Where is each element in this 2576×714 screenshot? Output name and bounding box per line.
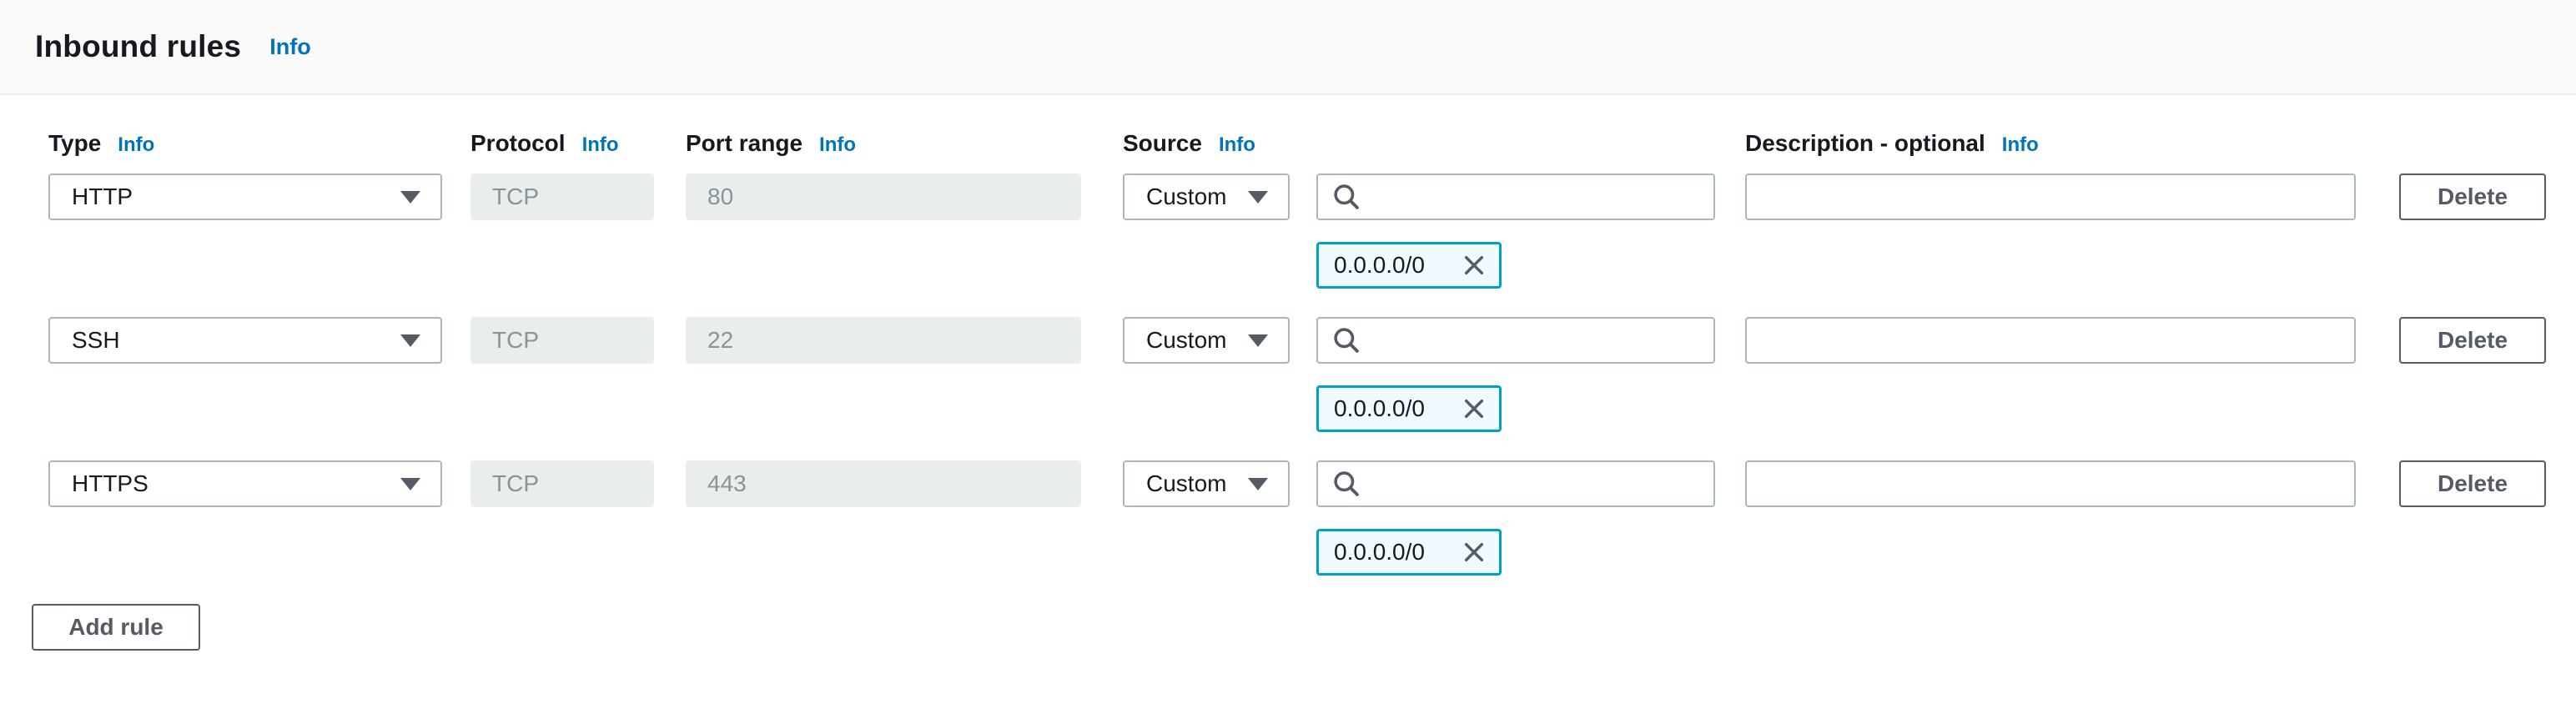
source-search-input[interactable] (1370, 462, 1713, 505)
cidr-token: 0.0.0.0/0 (1316, 385, 1502, 432)
panel-header: Inbound rules Info (0, 0, 2576, 95)
port-range-info-link[interactable]: Info (819, 133, 856, 157)
title-info-link[interactable]: Info (269, 34, 310, 60)
protocol-field: TCP (470, 460, 654, 507)
rule-row: HTTP TCP 80 Custom Delete (0, 173, 2576, 220)
type-select[interactable]: SSH (48, 317, 442, 364)
source-type-select[interactable]: Custom (1123, 173, 1290, 220)
inbound-rules-editor: Type Info Protocol Info Port range Info … (0, 95, 2576, 651)
type-select[interactable]: HTTP (48, 173, 442, 220)
search-icon (1331, 325, 1361, 355)
type-column-header: Type Info (48, 130, 154, 157)
delete-rule-button[interactable]: Delete (2399, 317, 2546, 364)
description-input[interactable] (1745, 173, 2356, 220)
port-range-field: 443 (686, 460, 1081, 507)
protocol-value: TCP (492, 327, 539, 354)
source-type-select[interactable]: Custom (1123, 317, 1290, 364)
source-type-value: Custom (1146, 470, 1235, 497)
caret-down-icon (400, 478, 420, 490)
caret-down-icon (1248, 478, 1268, 490)
description-input[interactable] (1745, 460, 2356, 507)
source-column-header: Source Info (1123, 130, 1255, 157)
type-select-value: HTTPS (72, 470, 387, 497)
remove-token-icon[interactable] (1461, 395, 1487, 422)
cidr-token-label: 0.0.0.0/0 (1334, 395, 1461, 422)
type-info-link[interactable]: Info (118, 133, 154, 157)
source-chip-row: 0.0.0.0/0 (0, 242, 2576, 289)
protocol-field: TCP (470, 317, 654, 364)
caret-down-icon (400, 191, 420, 204)
delete-rule-button[interactable]: Delete (2399, 173, 2546, 220)
source-info-link[interactable]: Info (1219, 133, 1255, 157)
protocol-column-header: Protocol Info (470, 130, 619, 157)
port-range-value: 80 (707, 184, 733, 210)
protocol-value: TCP (492, 184, 539, 210)
description-input[interactable] (1745, 317, 2356, 364)
page-title: Inbound rules (35, 29, 241, 64)
caret-down-icon (1248, 334, 1268, 347)
rule-row: SSH TCP 22 Custom Delete (0, 317, 2576, 364)
type-column-label: Type (48, 130, 101, 157)
protocol-value: TCP (492, 470, 539, 497)
source-search-box[interactable] (1316, 460, 1715, 507)
description-info-link[interactable]: Info (2002, 133, 2039, 157)
caret-down-icon (400, 334, 420, 347)
description-column-label: Description - optional (1745, 130, 1985, 157)
search-icon (1331, 469, 1361, 499)
protocol-info-link[interactable]: Info (582, 133, 619, 157)
source-type-select[interactable]: Custom (1123, 460, 1290, 507)
source-chip-row: 0.0.0.0/0 (0, 529, 2576, 576)
port-range-column-header: Port range Info (686, 130, 856, 157)
source-chip-row: 0.0.0.0/0 (0, 385, 2576, 432)
source-search-box[interactable] (1316, 173, 1715, 220)
delete-rule-button[interactable]: Delete (2399, 460, 2546, 507)
column-headers: Type Info Protocol Info Port range Info … (0, 130, 2576, 157)
remove-token-icon[interactable] (1461, 252, 1487, 279)
caret-down-icon (1248, 191, 1268, 204)
cidr-token: 0.0.0.0/0 (1316, 242, 1502, 289)
protocol-column-label: Protocol (470, 130, 566, 157)
add-rule-row: Add rule (0, 604, 2576, 651)
source-type-value: Custom (1146, 184, 1235, 210)
type-select[interactable]: HTTPS (48, 460, 442, 507)
port-range-field: 80 (686, 173, 1081, 220)
type-select-value: HTTP (72, 184, 387, 210)
cidr-token-label: 0.0.0.0/0 (1334, 539, 1461, 566)
rule-row: HTTPS TCP 443 Custom Delete (0, 460, 2576, 507)
protocol-field: TCP (470, 173, 654, 220)
port-range-value: 22 (707, 327, 733, 354)
type-select-value: SSH (72, 327, 387, 354)
source-search-input[interactable] (1370, 175, 1713, 219)
port-range-value: 443 (707, 470, 747, 497)
description-column-header: Description - optional Info (1745, 130, 2039, 157)
add-rule-button[interactable]: Add rule (32, 604, 200, 651)
port-range-column-label: Port range (686, 130, 802, 157)
source-search-input[interactable] (1370, 319, 1713, 362)
source-column-label: Source (1123, 130, 1202, 157)
cidr-token: 0.0.0.0/0 (1316, 529, 1502, 576)
source-type-value: Custom (1146, 327, 1235, 354)
cidr-token-label: 0.0.0.0/0 (1334, 252, 1461, 279)
search-icon (1331, 182, 1361, 212)
port-range-field: 22 (686, 317, 1081, 364)
remove-token-icon[interactable] (1461, 539, 1487, 566)
source-search-box[interactable] (1316, 317, 1715, 364)
